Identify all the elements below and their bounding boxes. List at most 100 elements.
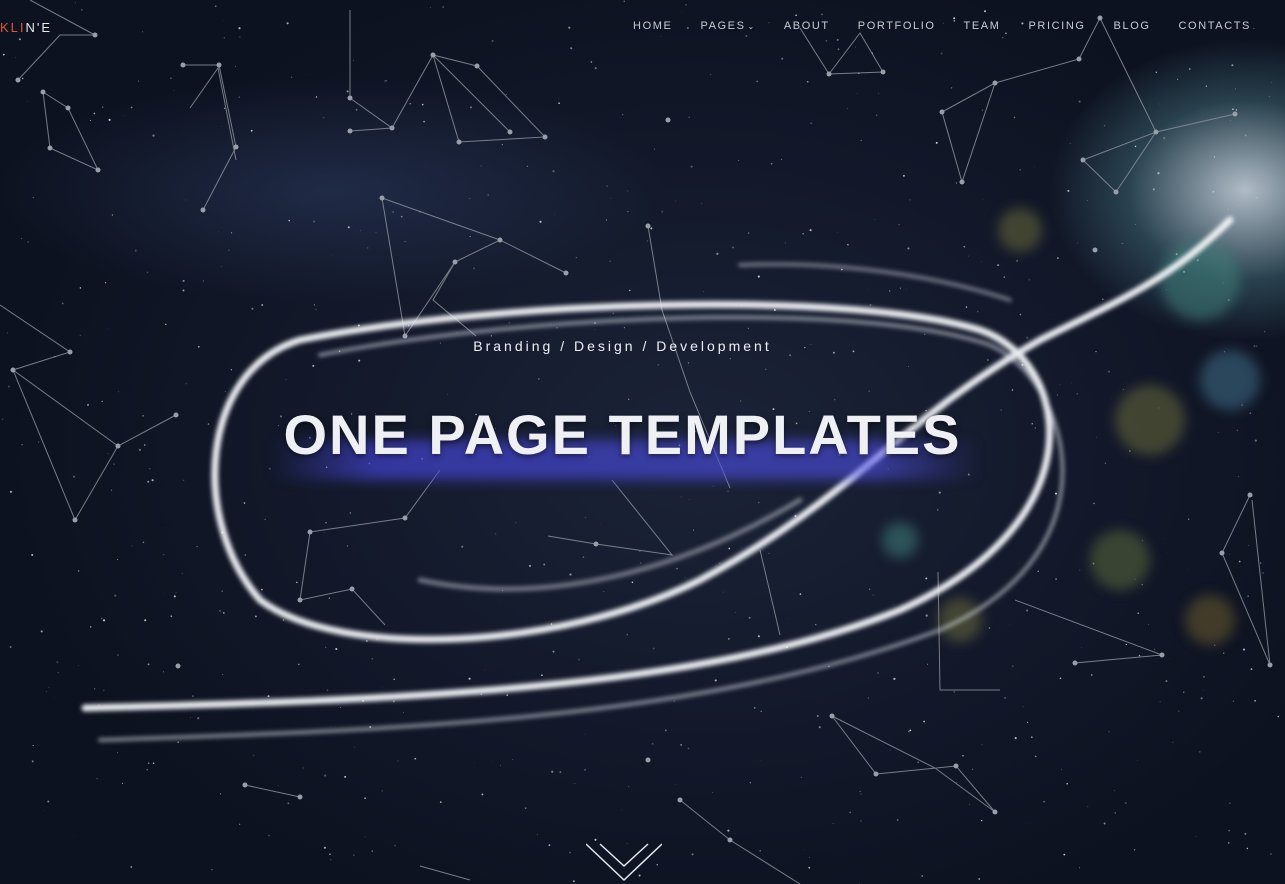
- star: [61, 302, 64, 305]
- star: [925, 614, 928, 617]
- star: [1256, 197, 1258, 199]
- star: [326, 689, 329, 692]
- star: [107, 328, 108, 329]
- star: [710, 74, 712, 76]
- star: [623, 326, 626, 329]
- star: [21, 237, 22, 239]
- star: [716, 252, 719, 255]
- nav-about[interactable]: ABOUT: [770, 20, 844, 32]
- star: [134, 249, 137, 252]
- star: [264, 518, 266, 520]
- star: [1250, 668, 1253, 670]
- star: [935, 141, 938, 144]
- star: [623, 0, 626, 3]
- star: [981, 744, 983, 746]
- star: [359, 230, 361, 231]
- star: [130, 866, 133, 868]
- star: [1205, 85, 1208, 87]
- star: [712, 485, 714, 487]
- scroll-down-button[interactable]: [585, 842, 663, 882]
- star: [43, 809, 45, 811]
- star: [288, 219, 290, 222]
- star: [701, 202, 702, 204]
- star: [849, 811, 851, 814]
- star: [780, 158, 782, 160]
- star: [574, 783, 576, 784]
- star: [552, 650, 555, 653]
- site-logo[interactable]: KLIN'E: [0, 20, 52, 35]
- star: [875, 114, 878, 117]
- star: [1022, 706, 1024, 708]
- star: [235, 65, 237, 67]
- star: [859, 790, 861, 792]
- nav-contacts[interactable]: CONTACTS: [1165, 20, 1265, 32]
- star: [1033, 166, 1035, 168]
- star: [392, 211, 395, 213]
- star: [543, 377, 544, 378]
- star: [953, 17, 956, 20]
- star: [1114, 812, 1117, 814]
- star: [907, 730, 910, 733]
- star: [815, 624, 817, 626]
- star: [487, 194, 490, 196]
- star: [729, 358, 731, 360]
- star: [980, 261, 982, 262]
- star: [224, 391, 226, 392]
- nav-pages[interactable]: PAGES ⌄: [686, 20, 769, 32]
- star: [1043, 800, 1045, 803]
- nav-blog[interactable]: BLOG: [1100, 20, 1165, 32]
- star: [810, 122, 813, 125]
- star: [1178, 710, 1180, 712]
- star: [584, 516, 586, 518]
- star: [1229, 802, 1231, 804]
- star: [414, 757, 417, 760]
- star: [1277, 715, 1280, 718]
- star: [639, 550, 641, 552]
- star: [429, 7, 431, 9]
- star: [93, 112, 96, 115]
- star: [1076, 393, 1079, 395]
- star: [967, 255, 969, 257]
- star: [47, 800, 50, 803]
- star: [962, 755, 964, 757]
- nav-pricing[interactable]: PRICING: [1015, 20, 1100, 32]
- star: [312, 364, 315, 367]
- star: [1061, 769, 1062, 771]
- star: [469, 106, 472, 109]
- nav-portfolio[interactable]: PORTFOLIO: [844, 20, 950, 32]
- star: [612, 312, 615, 315]
- star: [1230, 120, 1231, 122]
- star: [356, 230, 357, 232]
- star: [344, 775, 347, 778]
- star: [243, 502, 246, 504]
- star: [578, 658, 580, 661]
- star: [1213, 156, 1216, 158]
- star: [539, 220, 542, 223]
- star: [1016, 260, 1018, 262]
- star: [758, 501, 760, 504]
- star: [1227, 208, 1230, 211]
- nav-contacts-label: CONTACTS: [1178, 20, 1251, 32]
- star: [569, 573, 572, 576]
- star: [537, 377, 540, 380]
- nav-team[interactable]: TEAM: [950, 20, 1015, 32]
- star: [353, 59, 354, 61]
- star: [893, 677, 896, 680]
- star: [1244, 134, 1247, 137]
- star: [375, 232, 377, 233]
- star: [267, 695, 270, 698]
- star: [354, 746, 355, 748]
- star: [1125, 643, 1127, 646]
- chevron-down-icon: ⌄: [747, 21, 756, 31]
- star: [803, 849, 805, 851]
- star: [146, 769, 148, 771]
- star: [628, 785, 630, 787]
- star: [594, 328, 596, 330]
- star: [847, 243, 849, 246]
- star: [296, 581, 298, 584]
- nav-home[interactable]: HOME: [619, 20, 686, 32]
- star: [601, 312, 602, 314]
- star: [330, 859, 332, 861]
- hero-title: ONE PAGE TEMPLATES: [283, 403, 962, 466]
- star: [986, 359, 989, 361]
